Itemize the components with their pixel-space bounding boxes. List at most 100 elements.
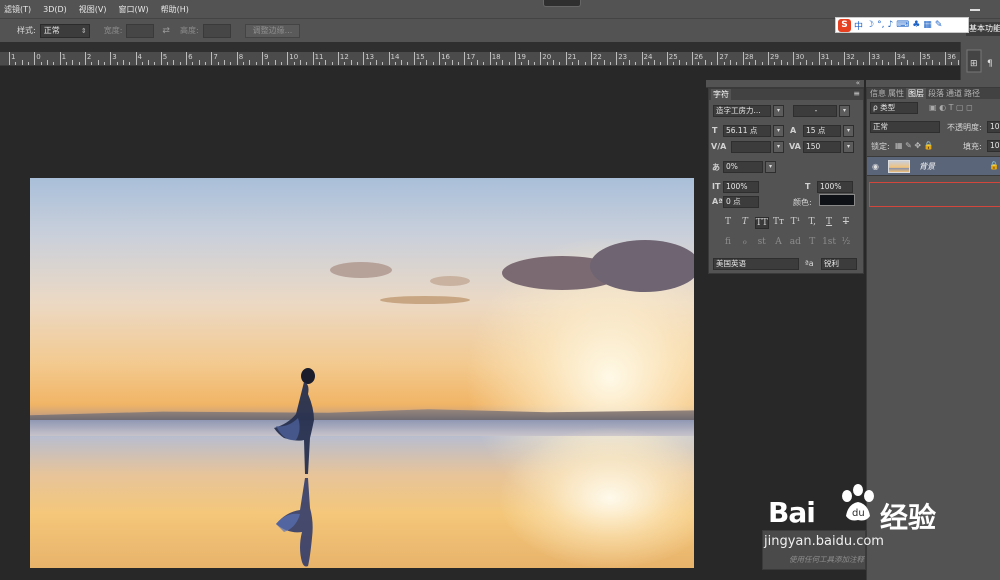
opacity-field[interactable]: 100 — [987, 121, 1000, 133]
ruler-tick — [426, 60, 428, 65]
tool-preset-icon[interactable]: ⊞ ¶ — [961, 42, 1000, 80]
chevron-down-icon[interactable]: ▾ — [843, 141, 854, 153]
tab-character[interactable]: 字符 — [711, 89, 731, 100]
text-color-swatch[interactable] — [819, 194, 855, 206]
chevron-down-icon[interactable]: ▾ — [773, 125, 784, 137]
chevron-down-icon[interactable]: ▾ — [843, 125, 854, 137]
faux-italic-button[interactable]: T — [738, 217, 752, 229]
workspace-switcher[interactable]: 基本功能 — [966, 22, 1000, 36]
opacity-label: 不透明度: — [947, 123, 982, 132]
grid-icon[interactable]: ▦ — [923, 20, 932, 30]
contextual-alternates-button[interactable]: ℴ — [738, 237, 752, 247]
horizontal-ruler[interactable]: 1 0 1 2 3 4 5 6 7 8 9 10 11 12 13 14 15 16 17 18 19 20 21 22 23 2… — [0, 52, 960, 66]
swash-button[interactable]: A — [772, 237, 786, 247]
stylistic-alternates-button[interactable]: ad — [788, 237, 802, 247]
menu-3d[interactable]: 3D(D) — [43, 5, 67, 14]
tab-paths[interactable]: 路径 — [964, 88, 980, 99]
menu-view[interactable]: 视图(V) — [79, 4, 107, 15]
menu-window[interactable]: 窗口(W) — [119, 4, 149, 15]
chevron-down-icon[interactable]: ▾ — [839, 105, 850, 117]
document-image[interactable] — [30, 178, 694, 568]
baseline-shift-field[interactable]: 0 点 — [723, 196, 759, 208]
ruler-tick — [451, 60, 453, 65]
strikethrough-button[interactable]: T — [839, 217, 853, 229]
swap-icon[interactable]: ⇄ — [162, 26, 170, 36]
small-caps-button[interactable]: Tт — [772, 217, 786, 229]
height-field[interactable] — [202, 23, 231, 38]
panel-collapse-bar[interactable] — [866, 80, 1000, 88]
panel-collapse-bar[interactable]: « — [706, 79, 864, 88]
layer-row[interactable]: ◉ 背景 🔒 — [867, 156, 1000, 176]
ime-mode-label[interactable]: 中 — [854, 19, 863, 32]
ruler-label: 23 — [618, 53, 628, 61]
language-select[interactable]: 美国英语 — [713, 258, 799, 270]
ruler-tick — [103, 62, 105, 65]
ligatures-button[interactable]: fi — [721, 237, 735, 247]
refine-edge-button[interactable]: 调整边缘... — [244, 23, 301, 38]
ruler-tick — [458, 62, 460, 65]
superscript-button[interactable]: T¹ — [788, 217, 802, 229]
discretionary-ligatures-button[interactable]: st — [755, 237, 769, 247]
ruler-tick — [287, 52, 289, 65]
leading-field[interactable]: 15 点 — [803, 125, 841, 137]
fractions-button[interactable]: ½ — [839, 237, 853, 247]
ruler-label: 27 — [719, 53, 729, 61]
wrench-icon[interactable]: ✎ — [935, 20, 943, 30]
tracking-field[interactable]: 150 — [803, 141, 841, 153]
ruler-tick — [590, 52, 592, 65]
minimize-icon[interactable] — [970, 3, 980, 11]
subscript-button[interactable]: T, — [805, 217, 819, 229]
all-caps-button[interactable]: TT — [754, 217, 769, 229]
faux-bold-button[interactable]: T — [721, 217, 735, 229]
keyboard-icon[interactable]: ⌨ — [896, 20, 909, 30]
blend-mode-select[interactable]: 正常 — [870, 121, 940, 133]
font-style-select[interactable]: - — [793, 105, 837, 117]
font-family-select[interactable]: 造字工房力... — [713, 105, 771, 117]
panel-menu-icon[interactable]: ≡ — [853, 89, 860, 98]
menu-help[interactable]: 帮助(H) — [161, 4, 189, 15]
tab-properties[interactable]: 属性 — [888, 88, 904, 99]
mic-icon[interactable]: ♪ — [887, 20, 893, 30]
vertical-scale-field[interactable]: 100% — [723, 181, 759, 193]
lock-icons[interactable]: ▦ ✎ ✥ 🔒 — [895, 141, 934, 150]
moon-icon[interactable]: ☽ — [866, 20, 874, 30]
ruler-tick — [515, 52, 516, 65]
tab-layers[interactable]: 图层 — [906, 88, 926, 99]
fill-field[interactable]: 100 — [987, 140, 1000, 152]
tab-paragraph[interactable]: 段落 — [928, 88, 944, 99]
filter-icons[interactable]: ▣ ◐ T ▢ ◻ — [929, 103, 973, 112]
ruler-tick — [72, 60, 74, 65]
shirt-icon[interactable]: ♣ — [912, 20, 920, 30]
eye-icon[interactable]: ◉ — [872, 162, 879, 171]
layer-filter-select[interactable]: ρ 类型 — [870, 102, 918, 114]
title-tab[interactable] — [543, 0, 581, 7]
cloud — [330, 262, 392, 278]
horizontal-scale-field[interactable]: 100% — [817, 181, 853, 193]
tab-channels[interactable]: 通道 — [946, 88, 962, 99]
tsume-field[interactable]: 0% — [723, 161, 763, 173]
ruler-tick — [698, 62, 700, 65]
chevron-down-icon[interactable]: ▾ — [773, 105, 784, 117]
color-label: 颜色: — [793, 198, 812, 207]
kerning-select[interactable] — [731, 141, 771, 153]
ordinals-button[interactable]: 1st — [822, 237, 836, 247]
ruler-tick — [660, 62, 662, 65]
titling-alternates-button[interactable]: T — [805, 237, 819, 247]
width-field[interactable] — [126, 23, 155, 38]
collapse-arrows-icon[interactable]: « — [856, 79, 860, 87]
underline-button[interactable]: T — [822, 217, 836, 229]
chevron-down-icon[interactable]: ▾ — [773, 141, 784, 153]
style-select[interactable]: 正常 — [39, 23, 90, 38]
ruler-label: 32 — [845, 53, 855, 61]
comma-icon[interactable]: °, — [877, 20, 884, 30]
ruler-label: 5 — [162, 53, 168, 61]
antialias-select[interactable]: 锐利 — [821, 258, 857, 270]
tab-info[interactable]: 信息 — [870, 88, 886, 99]
menu-filter[interactable]: 滤镜(T) — [4, 4, 31, 15]
svg-text:⊞: ⊞ — [970, 59, 978, 69]
layer-name[interactable]: 背景 — [919, 161, 935, 172]
ruler-tick — [805, 60, 807, 65]
font-size-field[interactable]: 56.11 点 — [723, 125, 771, 137]
chevron-down-icon[interactable]: ▾ — [765, 161, 776, 173]
sogou-logo-icon[interactable]: S — [838, 18, 851, 32]
